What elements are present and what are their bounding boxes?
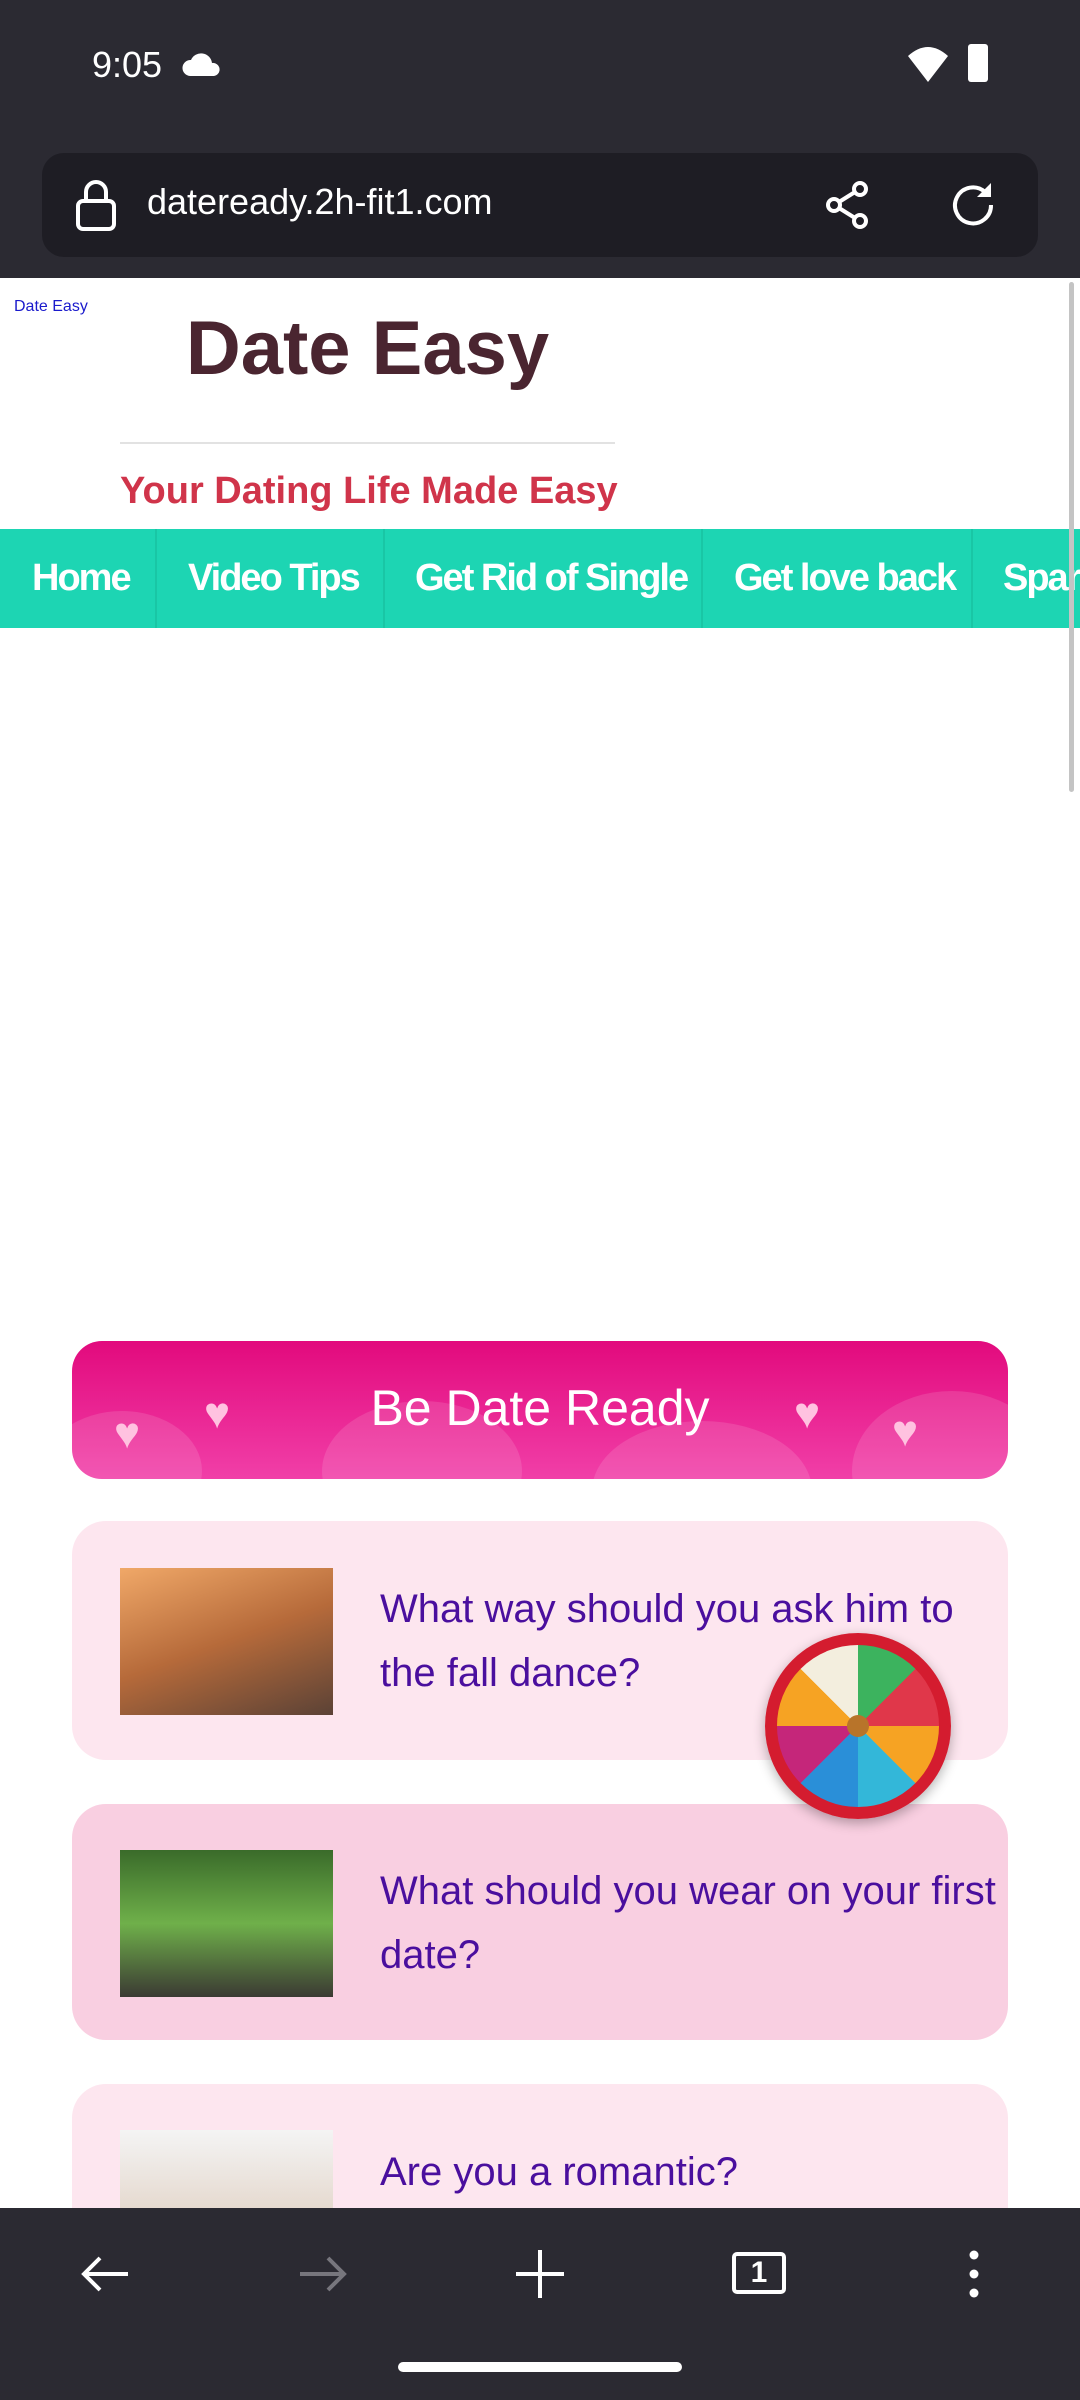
nav-spar[interactable]: Spar (973, 529, 1080, 628)
forward-arrow-icon[interactable] (298, 2254, 348, 2294)
back-arrow-icon[interactable] (80, 2254, 130, 2294)
address-bar[interactable]: dateready.2h-fit1.com (42, 153, 1038, 257)
article-card[interactable]: What should you wear on your first date? (72, 1804, 1008, 2040)
browser-chrome: 9:05 dateready.2h-fit1.com (0, 0, 1080, 278)
spin-wheel-widget[interactable] (765, 1633, 951, 1819)
site-title[interactable]: Date Easy (0, 305, 735, 392)
article-title[interactable]: Are you a romantic? (380, 2148, 998, 2196)
be-date-ready-banner: ♥ ♥ ♥ ♥ Be Date Ready (72, 1341, 1008, 1479)
cloud-icon (182, 53, 220, 76)
battery-icon (968, 44, 988, 82)
banner-title: Be Date Ready (370, 1380, 710, 1436)
reload-icon[interactable] (947, 179, 999, 231)
share-icon[interactable] (822, 179, 874, 231)
new-tab-icon[interactable] (516, 2250, 564, 2298)
nav-get-rid-of-single[interactable]: Get Rid of Single (385, 529, 703, 628)
article-image[interactable] (120, 1850, 333, 1997)
wheel-hub (847, 1715, 869, 1737)
tab-switcher-button[interactable]: 1 (732, 2252, 786, 2294)
status-time: 9:05 (92, 44, 163, 85)
home-indicator[interactable] (398, 2362, 682, 2372)
site-tagline: Your Dating Life Made Easy (120, 470, 618, 512)
wifi-icon (908, 47, 948, 82)
divider (120, 442, 615, 444)
nav-menu: Home Video Tips Get Rid of Single Get lo… (0, 529, 1080, 628)
nav-home[interactable]: Home (0, 529, 157, 628)
nav-get-love-back[interactable]: Get love back (703, 529, 973, 628)
lock-icon (76, 180, 116, 231)
more-menu-icon[interactable] (968, 2250, 980, 2298)
nav-video-tips[interactable]: Video Tips (157, 529, 385, 628)
article-image[interactable] (120, 1568, 333, 1715)
scrollbar[interactable] (1069, 282, 1074, 792)
url-text[interactable]: dateready.2h-fit1.com (147, 181, 493, 223)
article-title[interactable]: What should you wear on your first date? (380, 1859, 998, 1987)
